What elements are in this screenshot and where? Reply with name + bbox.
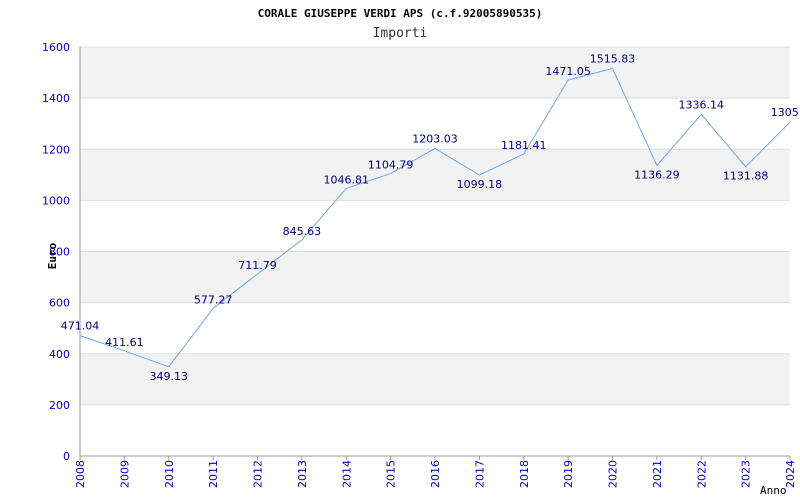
y-tick-label: 200 <box>49 399 70 412</box>
grid-band <box>80 47 790 99</box>
y-tick-label: 1400 <box>42 92 70 105</box>
data-label: 1203.03 <box>412 132 458 145</box>
y-axis-label: Euro <box>46 242 59 269</box>
y-tick-label: 600 <box>49 297 70 310</box>
data-label: 1046.81 <box>324 173 370 186</box>
y-tick-label: 1000 <box>42 194 70 207</box>
data-label: 1515.83 <box>590 53 636 66</box>
x-tick-label: 2011 <box>207 460 220 488</box>
data-label: 711.79 <box>238 259 277 272</box>
grid-band <box>80 149 790 201</box>
y-tick-label: 1600 <box>42 41 70 54</box>
data-label: 1181.41 <box>501 139 547 152</box>
data-label: 845.63 <box>283 225 322 238</box>
x-tick-label: 2014 <box>340 460 353 488</box>
data-label: 1305.7 <box>771 106 800 119</box>
x-tick-label: 2013 <box>296 460 309 488</box>
data-label: 1136.29 <box>634 169 680 182</box>
x-tick-label: 2023 <box>740 460 753 488</box>
x-tick-label: 2021 <box>651 460 664 488</box>
x-tick-label: 2018 <box>518 460 531 488</box>
x-tick-labels: 2008 2009 2010 2011 2012 2013 2014 2015 2016 2017… <box>74 460 797 488</box>
x-tick-label: 2009 <box>118 460 131 488</box>
x-tick-label: 2016 <box>429 460 442 488</box>
chart-subtitle: Importi <box>373 26 428 41</box>
y-tick-label: 1200 <box>42 143 70 156</box>
chart-title: CORALE GIUSEPPE VERDI APS (c.f.920058905… <box>258 7 543 20</box>
x-tick-label: 2015 <box>385 460 398 488</box>
x-tick-label: 2017 <box>473 460 486 488</box>
x-tick-label: 2020 <box>607 460 620 488</box>
data-label: 577.27 <box>194 293 233 306</box>
y-tick-label: 400 <box>49 348 70 361</box>
y-tick-label: 0 <box>63 450 70 463</box>
data-label: 1131.88 <box>723 170 769 183</box>
x-tick-label: 2012 <box>252 460 265 488</box>
data-label: 471.04 <box>61 320 100 333</box>
data-label: 349.13 <box>150 370 189 383</box>
data-label: 1336.14 <box>679 98 725 111</box>
x-tick-label: 2010 <box>163 460 176 488</box>
x-tick-label: 2008 <box>74 460 87 488</box>
data-label: 1104.79 <box>368 159 414 172</box>
grid-band <box>80 251 790 303</box>
x-axis-label: Anno <box>760 484 787 497</box>
data-label: 1471.05 <box>545 65 591 78</box>
line-chart: CORALE GIUSEPPE VERDI APS (c.f.920058905… <box>42 7 800 497</box>
x-tick-label: 2019 <box>562 460 575 488</box>
x-tick-label: 2022 <box>695 460 708 488</box>
data-label: 411.61 <box>105 336 144 349</box>
data-label: 1099.18 <box>457 178 503 191</box>
